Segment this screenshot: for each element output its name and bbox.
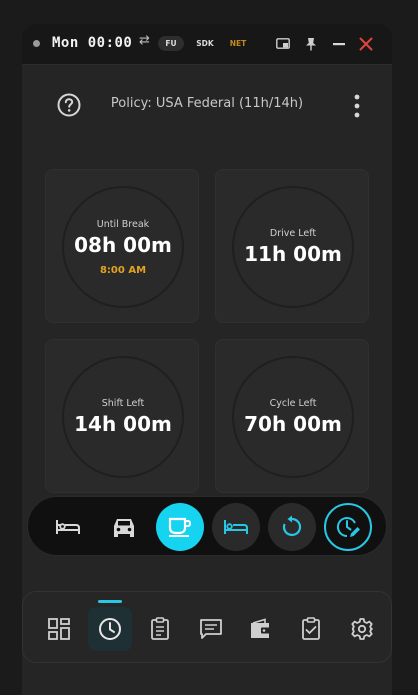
picture-in-picture-button[interactable] <box>273 34 293 54</box>
nav-wallet[interactable] <box>239 607 283 651</box>
shift-left-card: Shift Left 14h 00m <box>45 339 199 493</box>
cycle-reset-button[interactable] <box>268 503 316 551</box>
pin-button[interactable] <box>301 34 321 54</box>
clipboard-list-icon <box>151 617 169 640</box>
on-break-icon <box>168 517 192 537</box>
driving-icon <box>114 519 134 537</box>
edit-time-icon <box>336 517 360 538</box>
clock-display: Mon 00:00 <box>52 35 133 51</box>
nav-messages[interactable] <box>189 607 233 651</box>
until-break-card: Until Break 08h 00m 8:00 AM <box>45 169 199 323</box>
card-label: Until Break <box>96 218 150 230</box>
fu-badge: FU <box>158 36 184 51</box>
card-label: Drive Left <box>269 228 317 239</box>
more-options-button[interactable] <box>347 93 367 119</box>
cycle-left-card: Cycle Left 70h 00m <box>215 339 369 493</box>
clipboard-check-icon <box>302 617 320 640</box>
pin-icon <box>306 38 316 51</box>
on-break-button[interactable] <box>156 503 204 551</box>
duty-status-bar <box>27 496 387 556</box>
sleeper-berth-icon <box>224 520 248 534</box>
cycle-reset-icon <box>282 515 302 537</box>
card-value: 11h 00m <box>244 242 342 266</box>
cycle-left-ring: Cycle Left 70h 00m <box>232 356 354 478</box>
picture-in-picture-icon <box>276 38 290 49</box>
driving-button[interactable] <box>100 503 148 551</box>
title-bar: Mon 00:00 ⇄ FU SDK NET <box>22 24 392 65</box>
nav-checklist[interactable] <box>289 607 333 651</box>
card-label: Shift Left <box>101 398 145 409</box>
until-break-ring: Until Break 08h 00m 8:00 AM <box>62 186 184 308</box>
drive-left-ring: Drive Left 11h 00m <box>232 186 354 308</box>
nav-clock[interactable] <box>88 607 132 651</box>
bottom-navigation <box>22 591 392 663</box>
sleeper-berth-button[interactable] <box>212 503 260 551</box>
wallet-icon <box>251 618 271 638</box>
active-tab-indicator <box>98 600 122 603</box>
app-window: Mon 00:00 ⇄ FU SDK NET Policy: USA Feder… <box>22 24 392 695</box>
sdk-badge: SDK <box>196 39 214 48</box>
policy-label: Policy: USA Federal (11h/14h) <box>110 96 304 111</box>
minimize-icon <box>333 43 345 46</box>
nav-dashboard[interactable] <box>37 607 81 651</box>
edit-time-button[interactable] <box>324 503 372 551</box>
more-vertical-icon <box>354 94 360 118</box>
card-label: Cycle Left <box>269 398 317 409</box>
connection-status-dot <box>33 40 40 47</box>
sync-arrows-icon: ⇄ <box>139 33 150 48</box>
close-icon <box>359 37 373 51</box>
off-duty-icon <box>56 520 80 534</box>
shift-left-ring: Shift Left 14h 00m <box>62 356 184 478</box>
drive-left-card: Drive Left 11h 00m <box>215 169 369 323</box>
clock-icon <box>99 618 121 640</box>
close-button[interactable] <box>356 34 376 54</box>
off-duty-button[interactable] <box>44 503 92 551</box>
minimize-button[interactable] <box>329 34 349 54</box>
nav-logs[interactable] <box>138 607 182 651</box>
dashboard-icon <box>48 618 70 640</box>
settings-gear-icon <box>351 618 373 640</box>
card-value: 08h 00m <box>74 232 172 257</box>
nav-settings[interactable] <box>340 607 384 651</box>
card-value: 14h 00m <box>74 412 172 436</box>
net-badge: NET <box>229 39 247 48</box>
break-time: 8:00 AM <box>99 264 147 276</box>
message-icon <box>200 619 222 639</box>
card-value: 70h 00m <box>244 412 342 436</box>
